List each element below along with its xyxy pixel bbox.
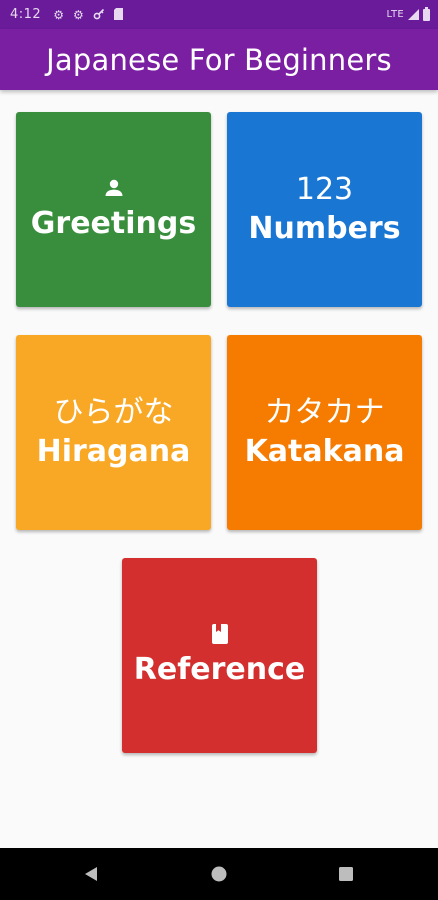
reference-label: Reference (133, 651, 306, 687)
back-triangle-icon[interactable] (82, 864, 102, 884)
network-type: LTE (386, 9, 404, 20)
system-nav-bar (0, 848, 438, 900)
gear-icon: ⚙ (53, 7, 64, 22)
battery-icon (423, 6, 430, 21)
gear-icon: ⚙ (72, 7, 84, 22)
hiragana-kana: ひらがな (53, 394, 174, 430)
status-indicators: LTE (386, 6, 430, 21)
numbers-label: Numbers (248, 210, 401, 246)
numbers-tile[interactable]: 123 Numbers (227, 112, 422, 307)
status-bar: 4:12 ⚙ ⚙ LTE (0, 0, 438, 29)
katakana-kana: カタカナ (264, 394, 385, 430)
app-bar: Japanese For Beginners (0, 29, 438, 90)
greetings-tile[interactable]: Greetings (16, 112, 211, 307)
app-title: Japanese For Beginners (46, 42, 392, 77)
katakana-label: Katakana (244, 433, 405, 469)
hiragana-tile[interactable]: ひらがな Hiragana (16, 335, 211, 530)
reference-tile[interactable]: Reference (122, 558, 317, 753)
sd-card-icon (113, 7, 123, 22)
numbers-digits: 123 (295, 171, 354, 207)
bookmark-book-icon (211, 623, 228, 644)
katakana-tile[interactable]: カタカナ Katakana (227, 335, 422, 530)
signal-icon (408, 9, 419, 20)
status-time: 4:12 (10, 7, 42, 22)
home-circle-icon[interactable] (209, 864, 229, 884)
person-icon (105, 179, 122, 196)
greetings-label: Greetings (30, 205, 197, 241)
hiragana-label: Hiragana (36, 433, 191, 469)
key-icon (93, 8, 105, 22)
recents-square-icon[interactable] (336, 864, 356, 884)
